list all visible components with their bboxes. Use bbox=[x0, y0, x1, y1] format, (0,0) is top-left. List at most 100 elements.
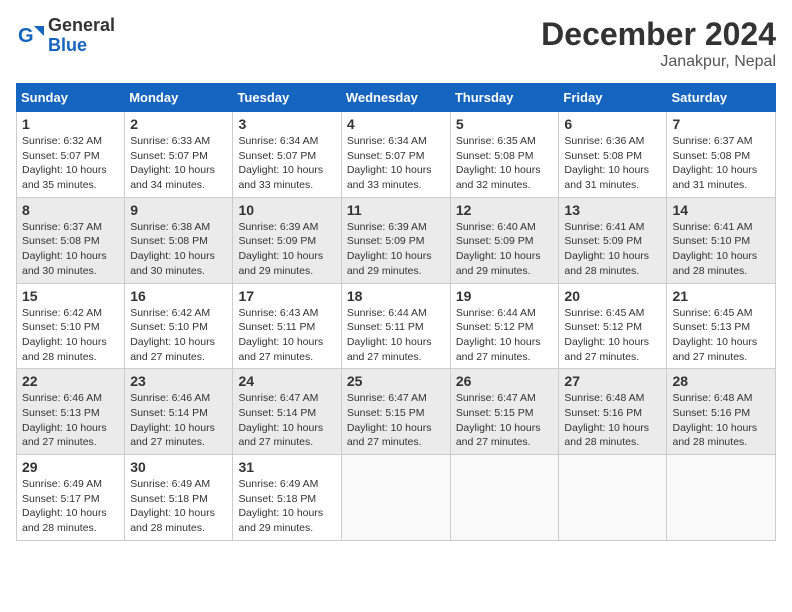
day-number: 19 bbox=[456, 288, 554, 304]
weekday-header-thursday: Thursday bbox=[450, 84, 559, 112]
day-number: 15 bbox=[22, 288, 119, 304]
calendar-cell: 12 Sunrise: 6:40 AM Sunset: 5:09 PM Dayli… bbox=[450, 197, 559, 283]
logo-icon: G bbox=[16, 22, 44, 50]
day-info: Sunrise: 6:43 AM Sunset: 5:11 PM Dayligh… bbox=[238, 306, 335, 365]
day-info: Sunrise: 6:37 AM Sunset: 5:08 PM Dayligh… bbox=[22, 220, 119, 279]
weekday-header-sunday: Sunday bbox=[17, 84, 125, 112]
day-number: 5 bbox=[456, 116, 554, 132]
day-number: 16 bbox=[130, 288, 227, 304]
day-info: Sunrise: 6:49 AM Sunset: 5:18 PM Dayligh… bbox=[130, 477, 227, 536]
week-row-3: 15 Sunrise: 6:42 AM Sunset: 5:10 PM Dayli… bbox=[17, 283, 776, 369]
day-info: Sunrise: 6:49 AM Sunset: 5:18 PM Dayligh… bbox=[238, 477, 335, 536]
weekday-header-wednesday: Wednesday bbox=[341, 84, 450, 112]
day-number: 4 bbox=[347, 116, 445, 132]
day-info: Sunrise: 6:37 AM Sunset: 5:08 PM Dayligh… bbox=[672, 134, 770, 193]
day-info: Sunrise: 6:46 AM Sunset: 5:14 PM Dayligh… bbox=[130, 391, 227, 450]
day-number: 28 bbox=[672, 373, 770, 389]
calendar-cell: 15Sunrise: 6:42 AM Sunset: 5:10 PM Dayli… bbox=[17, 283, 125, 369]
day-number: 8 bbox=[22, 202, 119, 218]
weekday-header-row: SundayMondayTuesdayWednesdayThursdayFrid… bbox=[17, 84, 776, 112]
day-info: Sunrise: 6:34 AM Sunset: 5:07 PM Dayligh… bbox=[347, 134, 445, 193]
day-info: Sunrise: 6:34 AM Sunset: 5:07 PM Dayligh… bbox=[238, 134, 335, 193]
week-row-2: 8 Sunrise: 6:37 AM Sunset: 5:08 PM Daylig… bbox=[17, 197, 776, 283]
week-row-4: 22Sunrise: 6:46 AM Sunset: 5:13 PM Dayli… bbox=[17, 369, 776, 455]
day-number: 10 bbox=[238, 202, 335, 218]
day-number: 23 bbox=[130, 373, 227, 389]
day-number: 20 bbox=[564, 288, 661, 304]
day-info: Sunrise: 6:44 AM Sunset: 5:12 PM Dayligh… bbox=[456, 306, 554, 365]
day-info: Sunrise: 6:45 AM Sunset: 5:12 PM Dayligh… bbox=[564, 306, 661, 365]
calendar-cell: 4 Sunrise: 6:34 AM Sunset: 5:07 PM Daylig… bbox=[341, 112, 450, 198]
day-number: 27 bbox=[564, 373, 661, 389]
calendar-cell: 8 Sunrise: 6:37 AM Sunset: 5:08 PM Daylig… bbox=[17, 197, 125, 283]
calendar-cell: 27 Sunrise: 6:48 AM Sunset: 5:16 PM Dayli… bbox=[559, 369, 667, 455]
day-number: 26 bbox=[456, 373, 554, 389]
title-block: December 2024 Janakpur, Nepal bbox=[541, 16, 776, 71]
calendar-cell: 11 Sunrise: 6:39 AM Sunset: 5:09 PM Dayli… bbox=[341, 197, 450, 283]
calendar-cell: 21 Sunrise: 6:45 AM Sunset: 5:13 PM Dayli… bbox=[667, 283, 776, 369]
day-info: Sunrise: 6:36 AM Sunset: 5:08 PM Dayligh… bbox=[564, 134, 661, 193]
day-info: Sunrise: 6:46 AM Sunset: 5:13 PM Dayligh… bbox=[22, 391, 119, 450]
calendar-cell: 18 Sunrise: 6:44 AM Sunset: 5:11 PM Dayli… bbox=[341, 283, 450, 369]
day-info: Sunrise: 6:48 AM Sunset: 5:16 PM Dayligh… bbox=[564, 391, 661, 450]
calendar-cell: 9 Sunrise: 6:38 AM Sunset: 5:08 PM Daylig… bbox=[125, 197, 233, 283]
calendar-cell: 24Sunrise: 6:47 AM Sunset: 5:14 PM Dayli… bbox=[233, 369, 341, 455]
day-info: Sunrise: 6:38 AM Sunset: 5:08 PM Dayligh… bbox=[130, 220, 227, 279]
svg-text:G: G bbox=[18, 25, 34, 47]
logo-line1: General bbox=[48, 16, 115, 36]
page-header: G General Blue December 2024 Janakpur, N… bbox=[16, 16, 776, 71]
weekday-header-friday: Friday bbox=[559, 84, 667, 112]
day-number: 9 bbox=[130, 202, 227, 218]
day-number: 2 bbox=[130, 116, 227, 132]
day-number: 31 bbox=[238, 459, 335, 475]
calendar-cell: 30Sunrise: 6:49 AM Sunset: 5:18 PM Dayli… bbox=[125, 455, 233, 541]
calendar-cell: 5Sunrise: 6:35 AM Sunset: 5:08 PM Daylig… bbox=[450, 112, 559, 198]
day-number: 1 bbox=[22, 116, 119, 132]
day-number: 21 bbox=[672, 288, 770, 304]
day-number: 7 bbox=[672, 116, 770, 132]
day-info: Sunrise: 6:42 AM Sunset: 5:10 PM Dayligh… bbox=[130, 306, 227, 365]
calendar-table: SundayMondayTuesdayWednesdayThursdayFrid… bbox=[16, 83, 776, 541]
day-number: 6 bbox=[564, 116, 661, 132]
calendar-cell: 28Sunrise: 6:48 AM Sunset: 5:16 PM Dayli… bbox=[667, 369, 776, 455]
day-info: Sunrise: 6:47 AM Sunset: 5:14 PM Dayligh… bbox=[238, 391, 335, 450]
day-info: Sunrise: 6:45 AM Sunset: 5:13 PM Dayligh… bbox=[672, 306, 770, 365]
calendar-cell: 1 Sunrise: 6:32 AM Sunset: 5:07 PM Daylig… bbox=[17, 112, 125, 198]
day-number: 11 bbox=[347, 202, 445, 218]
calendar-cell: 20 Sunrise: 6:45 AM Sunset: 5:12 PM Dayli… bbox=[559, 283, 667, 369]
day-info: Sunrise: 6:47 AM Sunset: 5:15 PM Dayligh… bbox=[456, 391, 554, 450]
day-number: 12 bbox=[456, 202, 554, 218]
day-info: Sunrise: 6:41 AM Sunset: 5:09 PM Dayligh… bbox=[564, 220, 661, 279]
calendar-cell: 31 Sunrise: 6:49 AM Sunset: 5:18 PM Dayli… bbox=[233, 455, 341, 541]
calendar-cell: 23 Sunrise: 6:46 AM Sunset: 5:14 PM Dayli… bbox=[125, 369, 233, 455]
calendar-cell: 2 Sunrise: 6:33 AM Sunset: 5:07 PM Daylig… bbox=[125, 112, 233, 198]
calendar-cell bbox=[341, 455, 450, 541]
calendar-cell bbox=[667, 455, 776, 541]
calendar-cell: 14Sunrise: 6:41 AM Sunset: 5:10 PM Dayli… bbox=[667, 197, 776, 283]
calendar-cell: 26 Sunrise: 6:47 AM Sunset: 5:15 PM Dayli… bbox=[450, 369, 559, 455]
calendar-cell: 3Sunrise: 6:34 AM Sunset: 5:07 PM Daylig… bbox=[233, 112, 341, 198]
day-info: Sunrise: 6:47 AM Sunset: 5:15 PM Dayligh… bbox=[347, 391, 445, 450]
day-info: Sunrise: 6:44 AM Sunset: 5:11 PM Dayligh… bbox=[347, 306, 445, 365]
month-title: December 2024 bbox=[541, 16, 776, 53]
calendar-cell bbox=[450, 455, 559, 541]
week-row-5: 29Sunrise: 6:49 AM Sunset: 5:17 PM Dayli… bbox=[17, 455, 776, 541]
day-info: Sunrise: 6:39 AM Sunset: 5:09 PM Dayligh… bbox=[347, 220, 445, 279]
calendar-cell: 17Sunrise: 6:43 AM Sunset: 5:11 PM Dayli… bbox=[233, 283, 341, 369]
calendar-cell: 10Sunrise: 6:39 AM Sunset: 5:09 PM Dayli… bbox=[233, 197, 341, 283]
day-info: Sunrise: 6:33 AM Sunset: 5:07 PM Dayligh… bbox=[130, 134, 227, 193]
day-number: 29 bbox=[22, 459, 119, 475]
weekday-header-monday: Monday bbox=[125, 84, 233, 112]
calendar-cell: 6 Sunrise: 6:36 AM Sunset: 5:08 PM Daylig… bbox=[559, 112, 667, 198]
week-row-1: 1 Sunrise: 6:32 AM Sunset: 5:07 PM Daylig… bbox=[17, 112, 776, 198]
weekday-header-tuesday: Tuesday bbox=[233, 84, 341, 112]
day-number: 18 bbox=[347, 288, 445, 304]
calendar-cell: 22Sunrise: 6:46 AM Sunset: 5:13 PM Dayli… bbox=[17, 369, 125, 455]
day-info: Sunrise: 6:32 AM Sunset: 5:07 PM Dayligh… bbox=[22, 134, 119, 193]
logo-line2: Blue bbox=[48, 36, 115, 56]
day-info: Sunrise: 6:41 AM Sunset: 5:10 PM Dayligh… bbox=[672, 220, 770, 279]
calendar-cell: 25Sunrise: 6:47 AM Sunset: 5:15 PM Dayli… bbox=[341, 369, 450, 455]
day-info: Sunrise: 6:40 AM Sunset: 5:09 PM Dayligh… bbox=[456, 220, 554, 279]
weekday-header-saturday: Saturday bbox=[667, 84, 776, 112]
calendar-cell: 16 Sunrise: 6:42 AM Sunset: 5:10 PM Dayli… bbox=[125, 283, 233, 369]
